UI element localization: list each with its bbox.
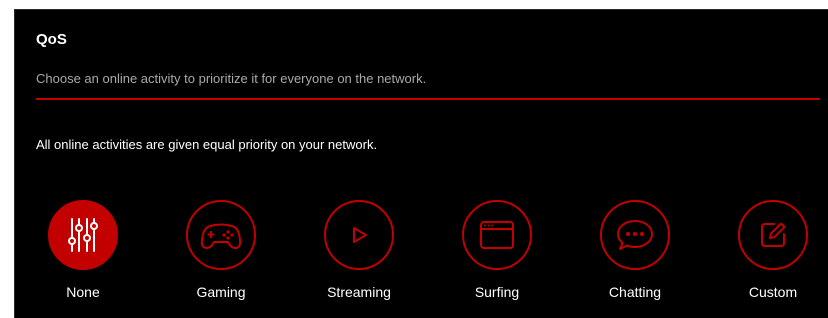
activity-streaming-label: Streaming: [327, 284, 391, 300]
activity-none-circle[interactable]: [48, 200, 118, 270]
gamepad-icon: [200, 223, 242, 249]
edit-icon: [761, 222, 786, 247]
activity-none-label: None: [66, 284, 100, 300]
sliders-icon: [68, 218, 98, 252]
activity-surfing-circle[interactable]: [462, 200, 532, 270]
play-icon: [353, 227, 367, 243]
activity-surfing-label: Surfing: [474, 284, 520, 300]
activity-chatting-label: Chatting: [608, 284, 662, 300]
activity-chatting-circle[interactable]: [600, 200, 670, 270]
activity-surfing[interactable]: Surfing: [437, 200, 557, 300]
activity-none[interactable]: None: [23, 200, 143, 300]
chat-bubble-icon: [617, 220, 653, 250]
activity-gaming-circle[interactable]: [186, 200, 256, 270]
qos-panel: QoS Choose an online activity to priorit…: [14, 9, 828, 318]
browser-window-icon: [480, 221, 514, 249]
activity-chatting[interactable]: Chatting: [575, 200, 695, 300]
activity-custom-label: Custom: [748, 284, 798, 300]
qos-title: QoS: [36, 31, 67, 48]
divider: [36, 98, 820, 100]
priority-status-text: All online activities are given equal pr…: [36, 137, 378, 152]
activity-streaming[interactable]: Streaming: [299, 200, 419, 300]
activity-gaming[interactable]: Gaming: [161, 200, 281, 300]
activity-custom[interactable]: Custom: [713, 200, 828, 300]
qos-subtitle: Choose an online activity to prioritize …: [36, 71, 427, 86]
activity-gaming-label: Gaming: [196, 284, 246, 300]
activity-custom-circle[interactable]: [738, 200, 808, 270]
activity-streaming-circle[interactable]: [324, 200, 394, 270]
